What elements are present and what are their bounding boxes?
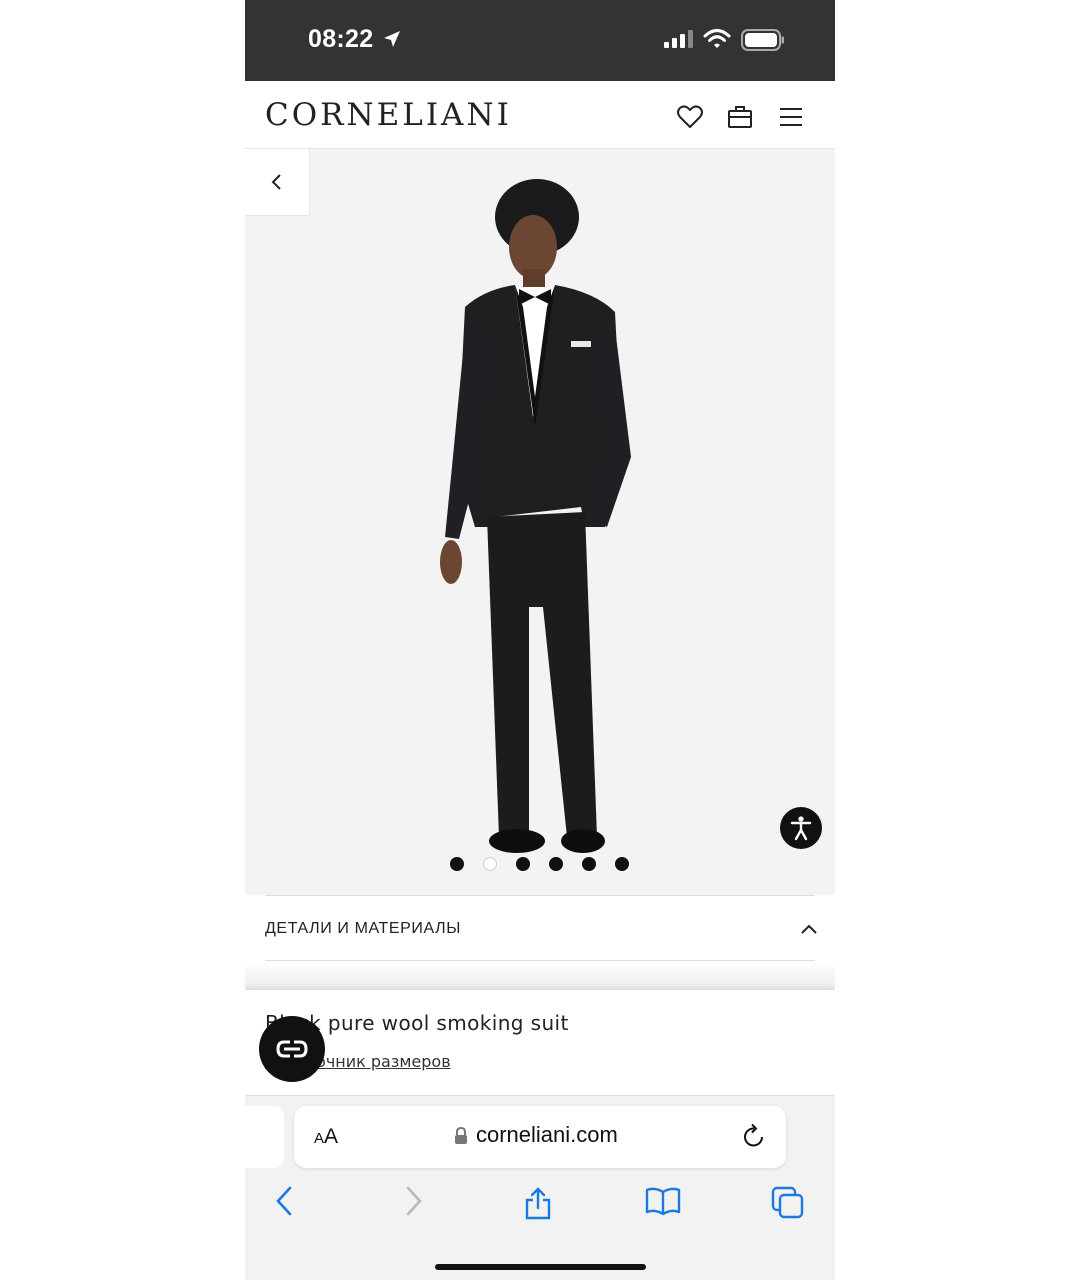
- lock-icon: [455, 1127, 467, 1144]
- chat-logo-icon: [276, 1040, 308, 1058]
- gallery-pagination: [450, 857, 629, 871]
- product-model-image: [440, 179, 631, 853]
- status-time: 08:22: [308, 25, 374, 53]
- browser-back-icon[interactable]: [273, 1186, 297, 1216]
- content-fade: [245, 961, 835, 990]
- address-bar[interactable]: AA corneliani.com: [294, 1106, 786, 1168]
- gallery-dot[interactable]: [615, 857, 629, 871]
- divider: [265, 895, 815, 896]
- status-bar: 08:22: [245, 0, 835, 81]
- home-indicator[interactable]: [435, 1264, 646, 1270]
- chevron-up-icon[interactable]: [800, 923, 818, 935]
- chat-button[interactable]: [259, 1016, 325, 1082]
- accessibility-button[interactable]: [780, 807, 822, 849]
- text-size-big-glyph: A: [324, 1125, 339, 1148]
- previous-tab-preview[interactable]: [245, 1106, 284, 1168]
- product-info-bar: Black pure wool smoking suit Справочник …: [245, 990, 835, 1095]
- shopping-bag-icon[interactable]: [726, 103, 754, 131]
- battery-icon: [741, 29, 784, 51]
- details-accordion[interactable]: ДЕТАЛИ И МАТЕРИАЛЫ: [245, 895, 835, 990]
- reload-icon[interactable]: [742, 1123, 766, 1149]
- text-size-small-glyph: A: [314, 1130, 325, 1147]
- url-text: corneliani.com: [476, 1122, 618, 1147]
- gallery-dot[interactable]: [450, 857, 464, 871]
- product-gallery[interactable]: [245, 149, 835, 895]
- accessibility-person-icon: [790, 816, 812, 841]
- browser-forward-icon[interactable]: [401, 1186, 425, 1216]
- gallery-dot[interactable]: [549, 857, 563, 871]
- gallery-dot[interactable]: [516, 857, 530, 871]
- back-button[interactable]: [245, 149, 310, 216]
- chevron-left-icon: [271, 174, 281, 190]
- site-header: CORNELIANI: [245, 81, 835, 149]
- text-size-button[interactable]: AA: [314, 1125, 338, 1149]
- tabs-icon[interactable]: [771, 1186, 805, 1220]
- details-title: ДЕТАЛИ И МАТЕРИАЛЫ: [265, 920, 462, 937]
- brand-logo[interactable]: CORNELIANI: [265, 97, 512, 133]
- wifi-icon: [703, 29, 731, 48]
- cellular-signal-icon: [664, 30, 693, 48]
- menu-hamburger-icon[interactable]: [777, 103, 805, 131]
- share-icon[interactable]: [523, 1186, 553, 1220]
- gallery-dot[interactable]: [582, 857, 596, 871]
- wishlist-heart-icon[interactable]: [676, 103, 704, 131]
- phone-screen: 08:22 CORNELIANI ДЕТАЛИ И МАТЕРИАЛЫ Blac…: [245, 0, 835, 1280]
- bookmarks-book-icon[interactable]: [645, 1186, 681, 1216]
- location-arrow-icon: [384, 31, 400, 47]
- gallery-dot-active[interactable]: [483, 857, 497, 871]
- browser-toolbar: AA corneliani.com: [245, 1095, 835, 1280]
